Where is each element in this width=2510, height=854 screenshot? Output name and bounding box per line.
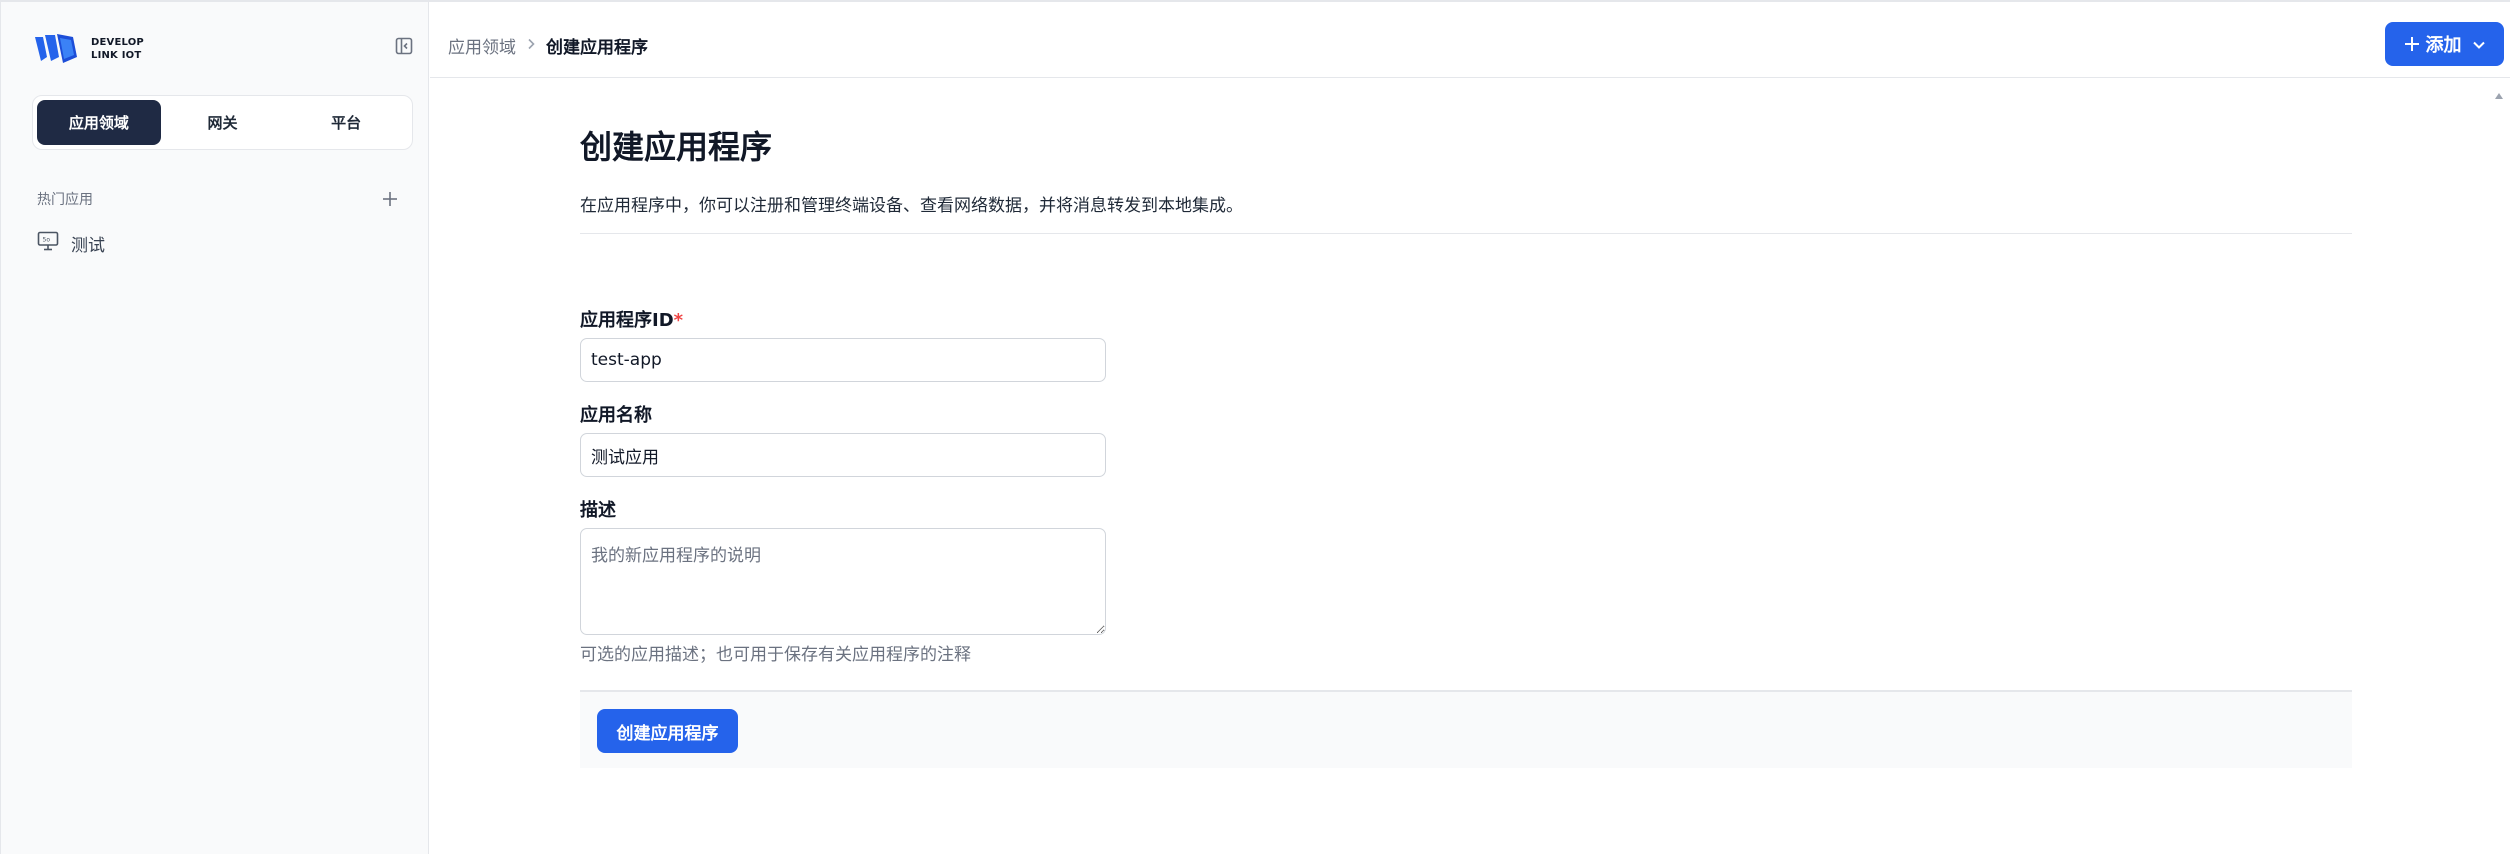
scroll-up-icon[interactable] xyxy=(2494,86,2504,99)
segment-platform[interactable]: 平台 xyxy=(284,100,408,145)
brand-line-1: DEVELOP xyxy=(91,37,144,48)
app-root: DEVELOP LINK IOT 应用领域 网关 平台 热门应用 5o 测试 应… xyxy=(0,0,2510,854)
form-footer: 创建应用程序 xyxy=(580,690,2352,768)
chevron-down-icon xyxy=(2472,34,2486,55)
required-mark: * xyxy=(673,310,684,331)
breadcrumb: 应用领域 创建应用程序 xyxy=(448,33,648,58)
create-app-button[interactable]: 创建应用程序 xyxy=(597,709,738,753)
breadcrumb-current: 创建应用程序 xyxy=(546,38,648,58)
section-label: 热门应用 xyxy=(37,192,93,208)
sidebar: DEVELOP LINK IOT 应用领域 网关 平台 热门应用 5o 测试 xyxy=(0,2,429,854)
brand-name: DEVELOP LINK IOT xyxy=(91,36,144,62)
sidebar-collapse-button[interactable] xyxy=(394,37,414,59)
sidebar-item-label: 测试 xyxy=(71,235,105,256)
logo-icon xyxy=(33,33,79,65)
app-name-label: 应用名称 xyxy=(580,405,652,426)
segment-gateways[interactable]: 网关 xyxy=(161,100,285,145)
description-textarea[interactable] xyxy=(580,528,1106,635)
description-label: 描述 xyxy=(580,500,616,521)
sidebar-segmented-control: 应用领域 网关 平台 xyxy=(32,95,413,150)
page-title: 创建应用程序 xyxy=(580,128,773,166)
plus-icon xyxy=(2404,32,2420,56)
popular-apps-section: 热门应用 xyxy=(37,188,401,210)
app-id-label: 应用程序ID* xyxy=(580,306,683,332)
monitor-icon: 5o xyxy=(37,231,59,255)
app-id-label-text: 应用程序ID xyxy=(580,310,674,331)
chevron-right-icon xyxy=(526,38,536,54)
add-button[interactable]: 添加 xyxy=(2385,22,2504,66)
top-header: 应用领域 创建应用程序 添加 xyxy=(430,2,2510,78)
app-name-input[interactable] xyxy=(580,433,1106,477)
sidebar-toggle-icon xyxy=(395,37,413,59)
app-id-input[interactable] xyxy=(580,338,1106,382)
divider xyxy=(580,233,2352,234)
page-description: 在应用程序中，你可以注册和管理终端设备、查看网络数据，并将消息转发到本地集成。 xyxy=(580,196,1243,216)
add-button-label: 添加 xyxy=(2425,35,2462,56)
brand-logo[interactable]: DEVELOP LINK IOT xyxy=(33,32,144,66)
plus-icon xyxy=(383,192,397,206)
sidebar-item-test[interactable]: 5o 测试 xyxy=(37,230,105,256)
brand-line-2: LINK IOT xyxy=(91,50,142,61)
svg-text:5o: 5o xyxy=(43,237,51,244)
segment-applications[interactable]: 应用领域 xyxy=(37,100,161,145)
breadcrumb-parent-link[interactable]: 应用领域 xyxy=(448,33,516,58)
description-hint: 可选的应用描述；也可用于保存有关应用程序的注释 xyxy=(580,645,971,665)
add-app-button[interactable] xyxy=(379,188,401,210)
